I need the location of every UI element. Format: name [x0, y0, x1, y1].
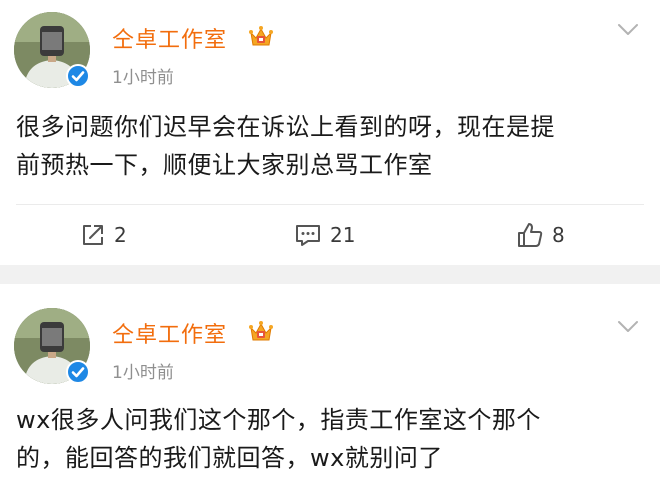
repost-count: 2	[114, 223, 127, 247]
chevron-down-icon[interactable]	[616, 22, 640, 38]
username[interactable]: 仝卓工作室	[112, 317, 227, 349]
post-text: wx很多人问我们这个那个，指责工作室这个那个 的，能回答的我们就回答，wx就别问…	[16, 401, 640, 477]
post-text-line: wx很多人问我们这个那个，指责工作室这个那个	[16, 406, 541, 434]
timestamp: 1小时前	[112, 68, 174, 88]
weibo-feed: 仝卓工作室 1小时前 很多问题你们迟早会在诉讼上看到的呀，现在是提 前预热一下，…	[0, 0, 660, 483]
divider	[16, 204, 644, 205]
timestamp: 1小时前	[112, 363, 174, 383]
username[interactable]: 仝卓工作室	[112, 22, 227, 54]
section-divider	[0, 265, 660, 284]
comment-icon	[296, 225, 320, 246]
crown-membership-icon	[249, 321, 273, 341]
like-count: 8	[552, 223, 565, 247]
post-card: 仝卓工作室 1小时前 很多问题你们迟早会在诉讼上看到的呀，现在是提 前预热一下，…	[0, 0, 660, 265]
comment-count: 21	[330, 223, 356, 247]
post-text: 很多问题你们迟早会在诉讼上看到的呀，现在是提 前预热一下，顺便让大家别总骂工作室	[16, 108, 640, 184]
chevron-down-icon[interactable]	[616, 319, 640, 335]
crown-membership-icon	[249, 26, 273, 46]
post-text-line: 的，能回答的我们就回答，wx就别问了	[16, 444, 443, 472]
thumbs-up-icon	[518, 223, 543, 247]
post-text-line: 前预热一下，顺便让大家别总骂工作室	[16, 151, 433, 179]
post-text-line: 很多问题你们迟早会在诉讼上看到的呀，现在是提	[16, 113, 555, 141]
repost-icon	[83, 225, 103, 245]
verified-badge-icon	[66, 64, 90, 88]
verified-badge-icon	[66, 360, 90, 384]
post-card: 仝卓工作室 1小时前 wx很多人问我们这个那个，指责工作室这个那个 的，能回答的…	[0, 284, 660, 483]
like-button[interactable]: 8	[516, 220, 565, 250]
comment-button[interactable]: 21	[294, 220, 355, 250]
action-bar: 2 21 8	[0, 204, 660, 266]
repost-button[interactable]: 2	[80, 220, 127, 250]
